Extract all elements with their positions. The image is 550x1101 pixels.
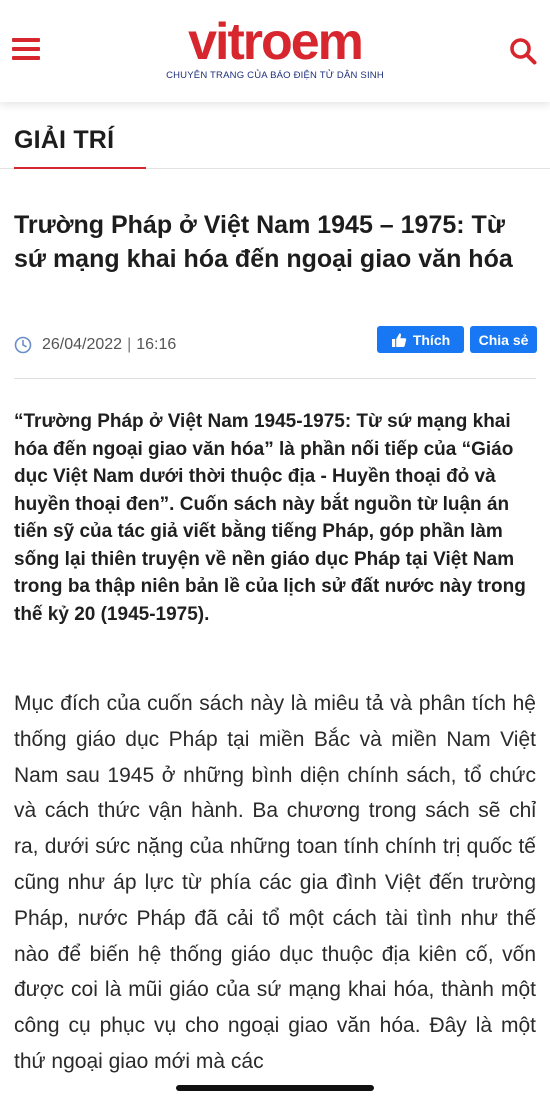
logo-tagline: CHUYÊN TRANG CỦA BÁO ĐIỆN TỬ DÂN SINH xyxy=(166,70,384,81)
article-body: Mục đích của cuốn sách này là miêu tả và… xyxy=(14,692,536,1073)
hamburger-menu-icon[interactable] xyxy=(12,38,40,62)
logo-wordmark: vitroem xyxy=(188,13,364,71)
facebook-like-button[interactable]: Thích xyxy=(377,326,464,353)
meta-divider xyxy=(14,378,536,379)
section-title[interactable]: GIẢI TRÍ xyxy=(14,126,114,155)
search-icon[interactable] xyxy=(508,36,538,66)
site-logo[interactable]: vitroem CHUYÊN TRANG CỦA BÁO ĐIỆN TỬ DÂN… xyxy=(152,14,398,88)
clock-icon xyxy=(14,336,32,354)
home-indicator[interactable] xyxy=(176,1085,374,1091)
site-header: vitroem CHUYÊN TRANG CỦA BÁO ĐIỆN TỬ DÂN… xyxy=(0,0,550,102)
publish-time: 16:16 xyxy=(136,336,177,353)
publish-date: 26/04/2022 xyxy=(42,336,123,353)
section-underline xyxy=(14,167,146,169)
share-label: Chia sẻ xyxy=(478,331,529,348)
article-title: Trường Pháp ở Việt Nam 1945 – 1975: Từ s… xyxy=(14,211,513,273)
like-label: Thích xyxy=(412,331,451,348)
article-meta: 26/04/2022 | 16:16 xyxy=(14,332,176,358)
thumbs-up-icon xyxy=(391,332,407,347)
facebook-share-button[interactable]: Chia sẻ xyxy=(470,326,537,353)
article-summary: “Trường Pháp ở Việt Nam 1945-1975: Từ sứ… xyxy=(14,411,526,625)
meta-separator: | xyxy=(127,336,132,353)
